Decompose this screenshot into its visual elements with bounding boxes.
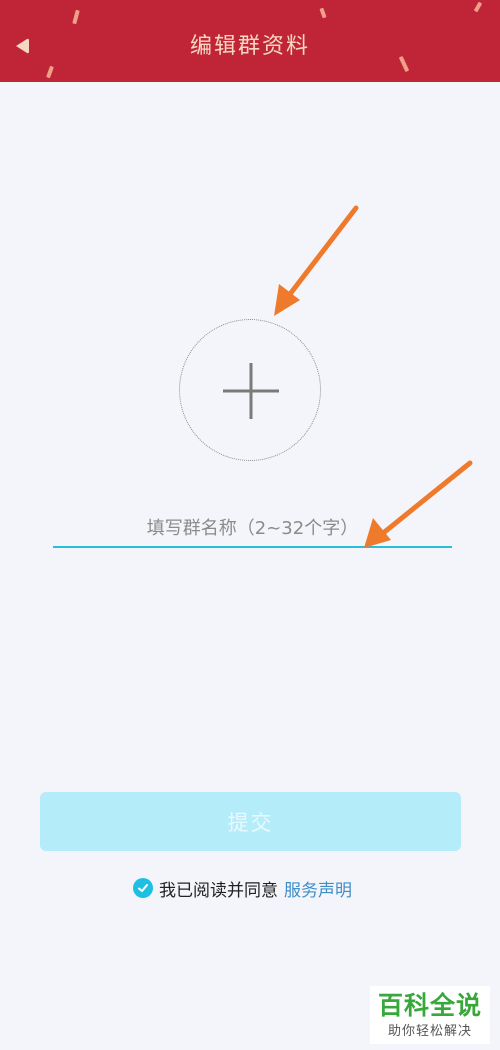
confetti-decoration xyxy=(46,65,54,79)
watermark-subtitle: 助你轻松解决 xyxy=(387,1024,472,1039)
plus-icon xyxy=(223,363,279,419)
agreement-checkbox[interactable] xyxy=(133,878,153,898)
page-title: 编辑群资料 xyxy=(189,34,310,59)
title-bar: 编辑群资料 xyxy=(0,0,500,82)
checkmark-icon xyxy=(138,884,148,892)
submit-button[interactable]: 提交 xyxy=(40,792,461,851)
service-statement-link[interactable]: 服务声明 xyxy=(284,876,352,901)
confetti-decoration xyxy=(473,1,483,13)
watermark-logo: 百科全说 助你轻松解决 xyxy=(370,986,490,1044)
group-name-input[interactable] xyxy=(53,510,452,548)
agreement-row: 我已阅读并同意 服务声明 xyxy=(133,876,352,901)
confetti-decoration xyxy=(72,9,80,25)
group-avatar-upload[interactable] xyxy=(179,319,321,461)
watermark-title: 百科全说 xyxy=(377,991,482,1020)
confetti-decoration xyxy=(319,7,327,19)
agreement-text: 我已阅读并同意 xyxy=(159,880,278,901)
